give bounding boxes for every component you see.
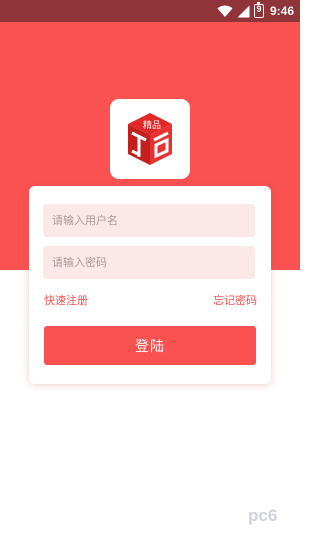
app-logo: 精品	[110, 99, 190, 179]
password-input[interactable]	[43, 246, 255, 279]
login-button[interactable]: 登陆	[44, 326, 256, 365]
pc6-watermark-logo: pc6	[248, 506, 277, 525]
username-input[interactable]	[43, 204, 255, 237]
box-logo-icon: 精品	[128, 113, 172, 165]
status-bar: 9 9:46	[0, 0, 300, 22]
forgot-password-link[interactable]: 忘记密码	[213, 292, 257, 308]
battery-icon: 9	[253, 2, 264, 18]
login-card: 快速注册 忘记密码 登陆	[29, 186, 271, 384]
logo-text: 精品	[143, 119, 161, 131]
wifi-icon	[217, 5, 233, 17]
quick-register-link[interactable]: 快速注册	[44, 292, 88, 308]
status-icons: 9 9:46	[217, 2, 294, 19]
svg-text:pc6: pc6	[248, 506, 277, 525]
battery-level: 9	[256, 4, 262, 14]
status-time: 9:46	[269, 4, 294, 18]
signal-icon	[237, 5, 250, 17]
